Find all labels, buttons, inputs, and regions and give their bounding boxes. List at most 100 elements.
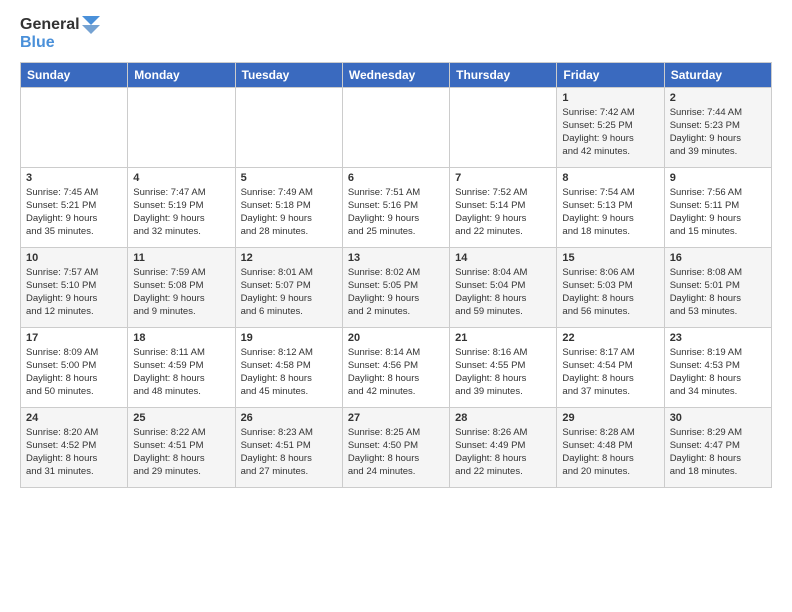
calendar-cell: 5 Sunrise: 7:49 AM Sunset: 5:18 PM Daylig…	[235, 167, 342, 247]
day-number: 16	[670, 252, 766, 264]
day-number: 24	[26, 412, 122, 424]
weekday-header: Tuesday	[235, 62, 342, 87]
calendar-table: SundayMondayTuesdayWednesdayThursdayFrid…	[20, 62, 772, 488]
day-number: 27	[348, 412, 444, 424]
day-number: 23	[670, 332, 766, 344]
day-number: 4	[133, 172, 229, 184]
day-info: Sunrise: 7:54 AM Sunset: 5:13 PM Dayligh…	[562, 186, 658, 239]
weekday-header: Wednesday	[342, 62, 449, 87]
calendar-cell: 4 Sunrise: 7:47 AM Sunset: 5:19 PM Daylig…	[128, 167, 235, 247]
calendar-cell: 1 Sunrise: 7:42 AM Sunset: 5:25 PM Daylig…	[557, 87, 664, 167]
day-info: Sunrise: 8:25 AM Sunset: 4:50 PM Dayligh…	[348, 426, 444, 479]
day-number: 11	[133, 252, 229, 264]
day-number: 12	[241, 252, 337, 264]
calendar-cell: 24Sunrise: 8:20 AM Sunset: 4:52 PM Dayli…	[21, 407, 128, 487]
weekday-header: Saturday	[664, 62, 771, 87]
day-number: 13	[348, 252, 444, 264]
logo-arrow-icon	[82, 16, 100, 34]
calendar-cell: 18Sunrise: 8:11 AM Sunset: 4:59 PM Dayli…	[128, 327, 235, 407]
day-number: 17	[26, 332, 122, 344]
day-number: 9	[670, 172, 766, 184]
day-number: 6	[348, 172, 444, 184]
calendar-cell: 10 Sunrise: 7:57 AM Sunset: 5:10 PM Dayli…	[21, 247, 128, 327]
day-number: 2	[670, 92, 766, 104]
calendar-cell: 7Sunrise: 7:52 AM Sunset: 5:14 PM Daylig…	[450, 167, 557, 247]
calendar-cell: 19Sunrise: 8:12 AM Sunset: 4:58 PM Dayli…	[235, 327, 342, 407]
calendar-cell: 14Sunrise: 8:04 AM Sunset: 5:04 PM Dayli…	[450, 247, 557, 327]
day-info: Sunrise: 8:22 AM Sunset: 4:51 PM Dayligh…	[133, 426, 229, 479]
calendar-cell: 11 Sunrise: 7:59 AM Sunset: 5:08 PM Dayli…	[128, 247, 235, 327]
calendar-cell	[21, 87, 128, 167]
calendar-cell: 12Sunrise: 8:01 AM Sunset: 5:07 PM Dayli…	[235, 247, 342, 327]
day-number: 22	[562, 332, 658, 344]
calendar-cell: 30 Sunrise: 8:29 AM Sunset: 4:47 PM Dayli…	[664, 407, 771, 487]
day-info: Sunrise: 7:49 AM Sunset: 5:18 PM Dayligh…	[241, 186, 337, 239]
day-info: Sunrise: 7:51 AM Sunset: 5:16 PM Dayligh…	[348, 186, 444, 239]
weekday-header: Thursday	[450, 62, 557, 87]
day-info: Sunrise: 7:56 AM Sunset: 5:11 PM Dayligh…	[670, 186, 766, 239]
day-info: Sunrise: 7:47 AM Sunset: 5:19 PM Dayligh…	[133, 186, 229, 239]
calendar-cell: 9 Sunrise: 7:56 AM Sunset: 5:11 PM Daylig…	[664, 167, 771, 247]
day-info: Sunrise: 8:06 AM Sunset: 5:03 PM Dayligh…	[562, 266, 658, 319]
calendar-cell: 8 Sunrise: 7:54 AM Sunset: 5:13 PM Daylig…	[557, 167, 664, 247]
day-number: 21	[455, 332, 551, 344]
day-number: 29	[562, 412, 658, 424]
day-info: Sunrise: 8:26 AM Sunset: 4:49 PM Dayligh…	[455, 426, 551, 479]
day-number: 30	[670, 412, 766, 424]
calendar-week-row: 17 Sunrise: 8:09 AM Sunset: 5:00 PM Dayli…	[21, 327, 772, 407]
day-number: 26	[241, 412, 337, 424]
day-number: 15	[562, 252, 658, 264]
calendar-cell	[450, 87, 557, 167]
calendar-cell: 20 Sunrise: 8:14 AM Sunset: 4:56 PM Dayli…	[342, 327, 449, 407]
day-number: 5	[241, 172, 337, 184]
calendar-week-row: 10 Sunrise: 7:57 AM Sunset: 5:10 PM Dayli…	[21, 247, 772, 327]
day-number: 10	[26, 252, 122, 264]
day-info: Sunrise: 8:16 AM Sunset: 4:55 PM Dayligh…	[455, 346, 551, 399]
day-info: Sunrise: 8:09 AM Sunset: 5:00 PM Dayligh…	[26, 346, 122, 399]
calendar-cell: 23 Sunrise: 8:19 AM Sunset: 4:53 PM Dayli…	[664, 327, 771, 407]
calendar-cell	[235, 87, 342, 167]
logo-general: General	[20, 16, 80, 34]
header-row: SundayMondayTuesdayWednesdayThursdayFrid…	[21, 62, 772, 87]
calendar-cell: 25 Sunrise: 8:22 AM Sunset: 4:51 PM Dayli…	[128, 407, 235, 487]
day-info: Sunrise: 8:14 AM Sunset: 4:56 PM Dayligh…	[348, 346, 444, 399]
calendar-cell: 2 Sunrise: 7:44 AM Sunset: 5:23 PM Daylig…	[664, 87, 771, 167]
day-info: Sunrise: 7:44 AM Sunset: 5:23 PM Dayligh…	[670, 106, 766, 159]
logo: General Blue	[20, 16, 100, 52]
weekday-header: Friday	[557, 62, 664, 87]
calendar-week-row: 24Sunrise: 8:20 AM Sunset: 4:52 PM Dayli…	[21, 407, 772, 487]
day-info: Sunrise: 7:59 AM Sunset: 5:08 PM Dayligh…	[133, 266, 229, 319]
day-number: 18	[133, 332, 229, 344]
day-info: Sunrise: 8:28 AM Sunset: 4:48 PM Dayligh…	[562, 426, 658, 479]
day-info: Sunrise: 8:08 AM Sunset: 5:01 PM Dayligh…	[670, 266, 766, 319]
calendar-cell: 13Sunrise: 8:02 AM Sunset: 5:05 PM Dayli…	[342, 247, 449, 327]
day-info: Sunrise: 8:29 AM Sunset: 4:47 PM Dayligh…	[670, 426, 766, 479]
day-number: 25	[133, 412, 229, 424]
header: General Blue	[20, 16, 772, 52]
calendar-week-row: 1 Sunrise: 7:42 AM Sunset: 5:25 PM Daylig…	[21, 87, 772, 167]
day-info: Sunrise: 7:52 AM Sunset: 5:14 PM Dayligh…	[455, 186, 551, 239]
day-info: Sunrise: 8:17 AM Sunset: 4:54 PM Dayligh…	[562, 346, 658, 399]
day-info: Sunrise: 8:19 AM Sunset: 4:53 PM Dayligh…	[670, 346, 766, 399]
day-number: 20	[348, 332, 444, 344]
calendar-cell: 29 Sunrise: 8:28 AM Sunset: 4:48 PM Dayli…	[557, 407, 664, 487]
calendar-cell: 3Sunrise: 7:45 AM Sunset: 5:21 PM Daylig…	[21, 167, 128, 247]
day-number: 28	[455, 412, 551, 424]
calendar-cell: 17 Sunrise: 8:09 AM Sunset: 5:00 PM Dayli…	[21, 327, 128, 407]
calendar-cell: 26Sunrise: 8:23 AM Sunset: 4:51 PM Dayli…	[235, 407, 342, 487]
page: General Blue SundayMondayTuesdayWednesda…	[0, 0, 792, 498]
calendar-cell: 27 Sunrise: 8:25 AM Sunset: 4:50 PM Dayli…	[342, 407, 449, 487]
calendar-week-row: 3Sunrise: 7:45 AM Sunset: 5:21 PM Daylig…	[21, 167, 772, 247]
day-number: 1	[562, 92, 658, 104]
calendar-cell: 21 Sunrise: 8:16 AM Sunset: 4:55 PM Dayli…	[450, 327, 557, 407]
day-info: Sunrise: 7:57 AM Sunset: 5:10 PM Dayligh…	[26, 266, 122, 319]
calendar-cell: 16 Sunrise: 8:08 AM Sunset: 5:01 PM Dayli…	[664, 247, 771, 327]
day-number: 3	[26, 172, 122, 184]
logo-text: General Blue	[20, 16, 100, 52]
calendar-cell: 22 Sunrise: 8:17 AM Sunset: 4:54 PM Dayli…	[557, 327, 664, 407]
day-number: 8	[562, 172, 658, 184]
logo-blue: Blue	[20, 34, 55, 52]
calendar-cell	[342, 87, 449, 167]
day-info: Sunrise: 7:42 AM Sunset: 5:25 PM Dayligh…	[562, 106, 658, 159]
day-info: Sunrise: 8:12 AM Sunset: 4:58 PM Dayligh…	[241, 346, 337, 399]
